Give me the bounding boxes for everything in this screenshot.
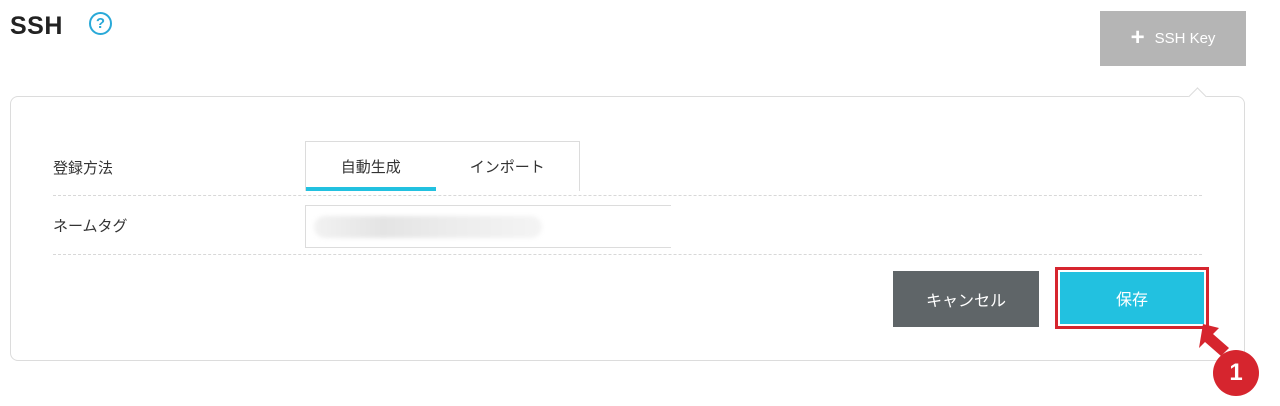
- step-badge: 1: [1213, 350, 1259, 396]
- name-tag-label: ネームタグ: [53, 217, 128, 235]
- name-tag-input[interactable]: [305, 205, 671, 248]
- help-icon[interactable]: ?: [89, 12, 112, 35]
- plus-icon: +: [1130, 23, 1145, 51]
- method-tabs: 自動生成 インポート: [305, 141, 580, 191]
- row-divider: [53, 254, 1202, 255]
- cancel-button[interactable]: キャンセル: [893, 271, 1039, 327]
- ssh-key-form-panel: 登録方法 自動生成 インポート ネームタグ キャンセル 保存: [10, 87, 1245, 361]
- name-tag-redacted-value: [314, 216, 542, 238]
- add-ssh-key-label: SSH Key: [1154, 30, 1216, 47]
- tab-auto-generate[interactable]: 自動生成: [306, 142, 436, 191]
- panel-caret: [1188, 87, 1207, 106]
- method-label: 登録方法: [53, 159, 114, 177]
- tab-import[interactable]: インポート: [436, 142, 579, 191]
- row-divider: [53, 195, 1202, 196]
- add-ssh-key-button[interactable]: + SSH Key: [1100, 11, 1246, 66]
- page-title: SSH: [10, 12, 63, 40]
- save-button[interactable]: 保存: [1060, 272, 1204, 324]
